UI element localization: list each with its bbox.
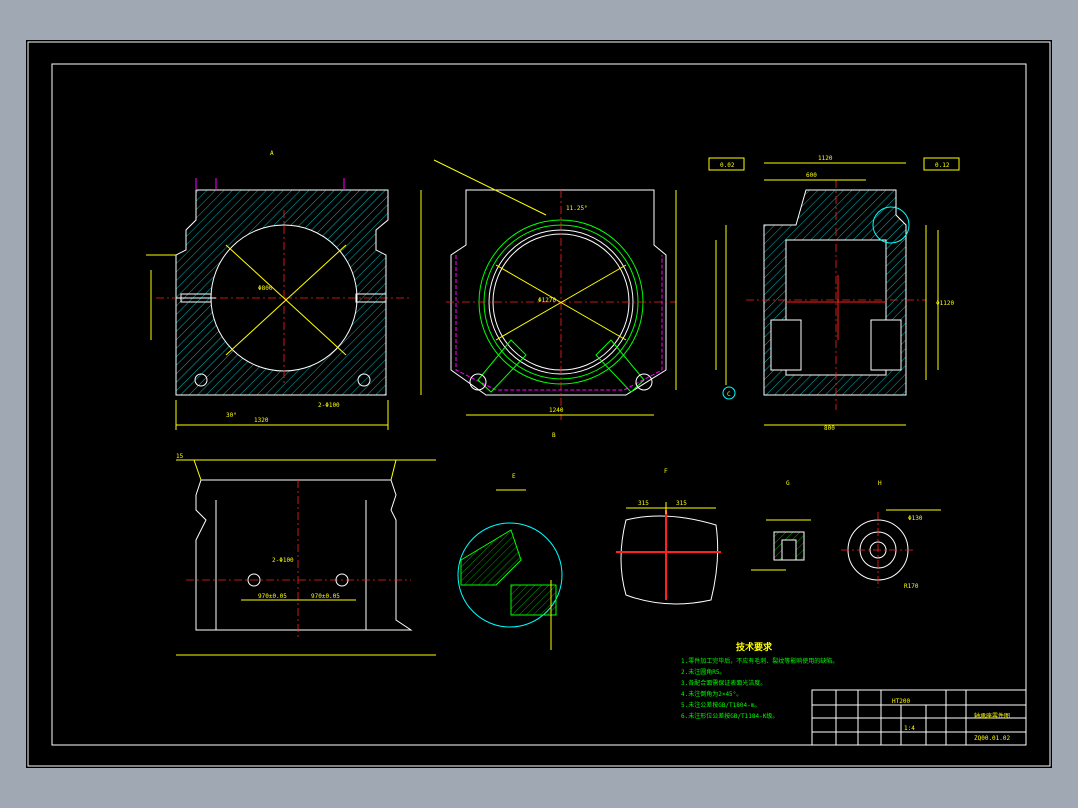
front-bore-dim: Φ800 (258, 285, 273, 292)
tech-req-item: 6.未注形位公差按GB/T1184-K级。 (681, 712, 778, 720)
section-width-dim: 1240 (549, 407, 564, 414)
tech-req-title: 技术要求 (736, 641, 773, 653)
front-angle-dim: 30° (226, 412, 237, 419)
front-view (146, 178, 422, 430)
section-angle-dim: 11.25° (566, 205, 588, 212)
tech-req-item: 3.各配合面需保证表面光洁度。 (681, 679, 766, 687)
section-view (433, 159, 677, 420)
detail-f-dim-2: 315 (676, 500, 687, 507)
title-block-part-name: 轴承座零件图 (974, 712, 1010, 720)
side-right-dim: Φ1120 (936, 300, 954, 307)
title-block-scale: 1:4 (904, 725, 915, 732)
bottom-span-1: 970±0.05 (258, 593, 287, 600)
section-bore-dim: Φ1270 (538, 297, 556, 304)
detail-e (457, 489, 563, 650)
sheet-inner-frame (51, 63, 1027, 746)
side-tolerance-b: 0.12 (935, 162, 950, 169)
bottom-span-2: 970±0.05 (311, 593, 340, 600)
front-view-label: A (270, 150, 274, 157)
side-width-dim: 1120 (818, 155, 833, 162)
detail-f (616, 502, 721, 605)
drawing-canvas: 1320 2-Φ100 Φ800 30° A Φ1270 1240 11.25°… (27, 41, 1051, 767)
tech-req-item: 2.未注圆角R5。 (681, 668, 725, 676)
detail-f-label: F (664, 468, 668, 475)
title-block-drawing-no: ZQ00.01.02 (974, 735, 1011, 742)
front-bolt-holes-dim: 2-Φ100 (318, 402, 340, 409)
tech-req-item: 4.未注倒角为2×45°。 (681, 690, 742, 698)
detail-h-dim-2: R170 (904, 583, 919, 590)
section-view-label: B (552, 432, 556, 439)
technical-requirements: 技术要求 1.零件加工完毕后，不应有毛刺、裂纹等影响使用的缺陷。 2.未注圆角R… (681, 641, 838, 720)
side-bottom-dim: 800 (824, 425, 835, 432)
bottom-view (176, 459, 436, 656)
side-tolerance-a: 0.02 (720, 162, 735, 169)
detail-e-label: E (512, 473, 516, 480)
title-block-material: HT200 (892, 698, 910, 705)
sheet-outer-border (27, 41, 1051, 767)
detail-h-label: H (878, 480, 882, 487)
detail-g-label: G (786, 480, 790, 487)
detail-h (841, 509, 941, 588)
front-width-dim: 1320 (254, 417, 269, 424)
tech-req-item: 5.未注公差按GB/T1804-m。 (681, 701, 760, 709)
bottom-holes-dim: 2-Φ100 (272, 557, 294, 564)
tech-req-item: 1.零件加工完毕后，不应有毛刺、裂纹等影响使用的缺陷。 (681, 657, 838, 665)
cad-viewport[interactable]: 1320 2-Φ100 Φ800 30° A Φ1270 1240 11.25°… (26, 40, 1052, 768)
bottom-dim-15: 15 (176, 453, 184, 460)
detail-h-dim-1: Φ130 (908, 515, 923, 522)
detail-f-dim-1: 315 (638, 500, 649, 507)
side-top-dim: 600 (806, 172, 817, 179)
detail-g (751, 519, 811, 571)
side-view (708, 157, 960, 426)
side-view-label: C (727, 391, 731, 398)
